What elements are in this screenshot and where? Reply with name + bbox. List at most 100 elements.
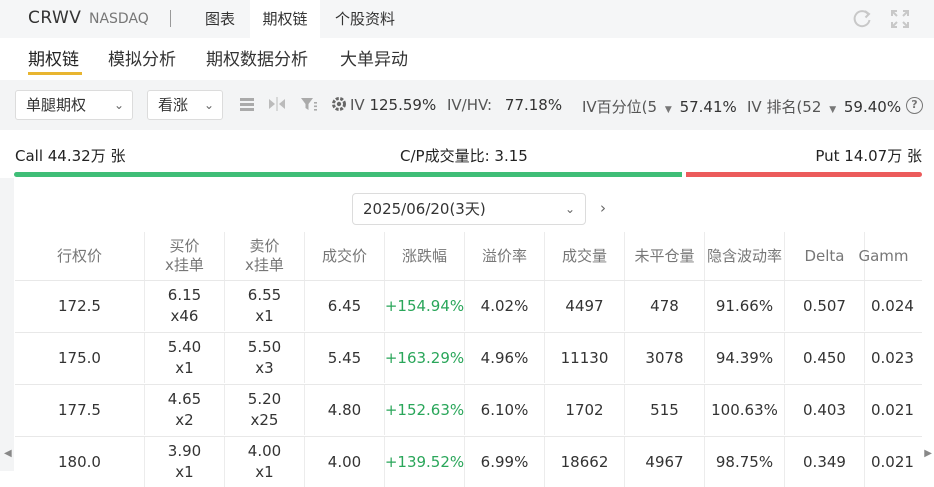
header-open-interest[interactable]: 未平仓量 [625,232,705,280]
ask-value: 4.00 [247,442,282,460]
premium-cell[interactable]: 6.99% [465,437,545,487]
ask-cell[interactable]: 5.50 x3 [225,333,305,383]
ask-size-value: x3 [255,359,274,377]
ask-cell[interactable]: 5.20 x25 [225,385,305,435]
strike-cell[interactable]: 177.5 [15,385,145,435]
open-interest-cell[interactable]: 3078 [625,333,705,383]
header-strike[interactable]: 行权价 [15,232,145,280]
next-expiry-arrow-icon[interactable]: › [600,199,606,217]
header-divider [170,10,171,27]
last-price-cell[interactable]: 4.00 [305,437,385,487]
subtab-option-chain[interactable]: 期权链 [28,45,79,70]
ask-cell[interactable]: 6.55 x1 [225,281,305,331]
open-interest-cell[interactable]: 478 [625,281,705,331]
header-label: 成交量 [561,246,607,265]
header-volume[interactable]: 成交量 [545,232,625,280]
header-label: 未平仓量 [634,246,695,265]
delta-cell[interactable]: 0.450 [785,333,865,383]
gamma-cell[interactable]: 0.021 [865,437,914,487]
scroll-left-arrow-icon[interactable]: ◀ [4,448,12,459]
premium-cell[interactable]: 6.10% [465,385,545,435]
gamma-cell[interactable]: 0.021 [865,385,914,435]
columns-icon[interactable] [238,96,256,114]
chevron-down-icon: ⌄ [203,98,214,112]
expiry-date-select[interactable]: 2025/06/20(3天) ⌄ [352,193,586,225]
open-interest-cell[interactable]: 515 [625,385,705,435]
compare-icon[interactable] [268,96,286,114]
header-ask[interactable]: 卖价 x挂单 [225,232,305,280]
iv-percentile-stat[interactable]: IV百分位(5 ▼ 57.41% [582,96,737,117]
delta-cell[interactable]: 0.403 [785,385,865,435]
strike-cell[interactable]: 175.0 [15,333,145,383]
refresh-icon[interactable] [851,8,873,35]
premium-cell[interactable]: 4.02% [465,281,545,331]
ticker-symbol: CRWV [28,8,82,28]
iv-value: 91.66% [715,296,774,315]
ask-value: 6.55 [247,286,282,304]
tab-chart[interactable]: 图表 [192,0,248,38]
strike-cell[interactable]: 180.0 [15,437,145,487]
subtab-unusual-activity[interactable]: 大单异动 [340,45,408,70]
header-implied-vol[interactable]: 隐含波动率 [705,232,785,280]
implied-vol-cell[interactable]: 94.39% [705,333,785,383]
volume-cell[interactable]: 18662 [545,437,625,487]
call-volume: Call 44.32万 张 [15,147,126,165]
active-subtab-underline [28,72,82,75]
delta-value: 0.450 [803,348,846,367]
help-icon[interactable]: ? [906,97,923,114]
ask-value: 5.20 [247,390,282,408]
subtab-option-data-analysis[interactable]: 期权数据分析 [206,45,308,70]
change-cell[interactable]: +154.94% [385,281,465,331]
gamma-cell[interactable]: 0.024 [865,281,914,331]
last-price-cell[interactable]: 6.45 [305,281,385,331]
strike-cell[interactable]: 172.5 [15,281,145,331]
header-delta[interactable]: Delta [785,232,865,280]
volume-cell[interactable]: 4497 [545,281,625,331]
change-cell[interactable]: +163.29% [385,333,465,383]
scroll-right-arrow-icon[interactable]: ▶ [924,448,932,459]
ivhv-label: IV/HV: [447,96,493,114]
premium-cell[interactable]: 4.96% [465,333,545,383]
header-change[interactable]: 涨跌幅 [385,232,465,280]
delta-cell[interactable]: 0.349 [785,437,865,487]
leg-type-select[interactable]: 单腿期权 ⌄ [15,90,133,120]
volume-cell[interactable]: 1702 [545,385,625,435]
chevron-down-icon: ⌄ [113,98,124,112]
header-bid[interactable]: 买价 x挂单 [145,232,225,280]
iv-value: 94.39% [715,348,774,367]
last-price-cell[interactable]: 4.80 [305,385,385,435]
change-value: +139.52% [384,452,465,471]
direction-select[interactable]: 看涨 ⌄ [147,90,223,120]
ask-cell[interactable]: 4.00 x1 [225,437,305,487]
settings-gear-icon[interactable] [330,95,348,113]
gamma-cell[interactable]: 0.023 [865,333,914,383]
volume-cell[interactable]: 11130 [545,333,625,383]
bid-cell[interactable]: 6.15 x46 [145,281,225,331]
bid-size-value: x46 [170,307,199,325]
header-premium[interactable]: 溢价率 [465,232,545,280]
expand-icon[interactable] [889,8,911,35]
change-cell[interactable]: +139.52% [385,437,465,487]
header-last[interactable]: 成交价 [305,232,385,280]
open-interest-cell[interactable]: 4967 [625,437,705,487]
delta-cell[interactable]: 0.507 [785,281,865,331]
bid-cell[interactable]: 3.90 x1 [145,437,225,487]
subtab-simulation[interactable]: 模拟分析 [108,45,176,70]
last-price-cell[interactable]: 5.45 [305,333,385,383]
tab-option-chain[interactable]: 期权链 [250,0,320,38]
bid-size-value: x1 [175,463,194,481]
implied-vol-cell[interactable]: 98.75% [705,437,785,487]
last-value: 6.45 [327,296,362,315]
oi-value: 515 [650,400,679,419]
filter-icon[interactable] [300,96,318,114]
header-gamma[interactable]: Gamm [858,232,908,280]
iv-rank-stat[interactable]: IV 排名(52 ▼ 59.40% [747,96,901,117]
bid-cell[interactable]: 4.65 x2 [145,385,225,435]
change-cell[interactable]: +152.63% [385,385,465,435]
bid-cell[interactable]: 5.40 x1 [145,333,225,383]
implied-vol-cell[interactable]: 91.66% [705,281,785,331]
iv-percentile-value: 57.41% [679,98,737,116]
tab-company-profile[interactable]: 个股资料 [326,0,404,38]
implied-vol-cell[interactable]: 100.63% [705,385,785,435]
oi-value: 3078 [645,348,684,367]
